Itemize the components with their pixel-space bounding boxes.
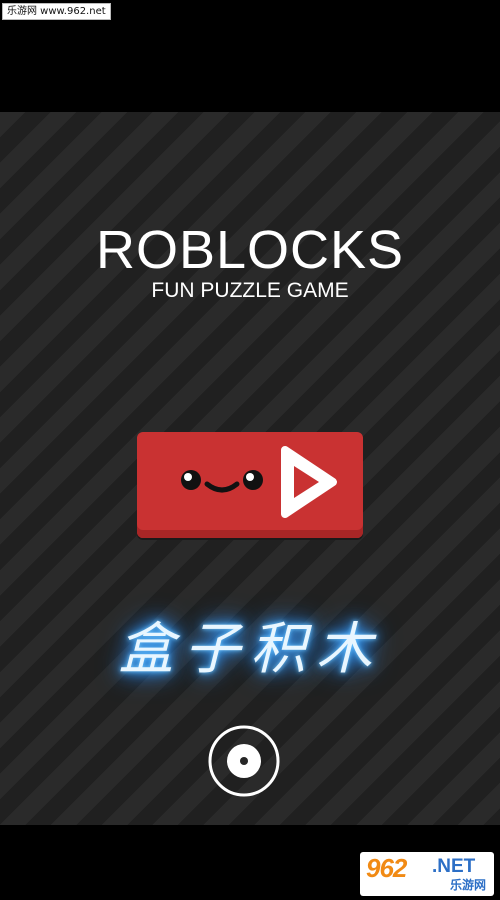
watermark-cn: 乐游网	[449, 878, 486, 892]
smiley-face-icon	[181, 470, 263, 493]
game-subtitle: FUN PUZZLE GAME	[151, 279, 349, 302]
chinese-title: 盒子积木	[118, 617, 382, 682]
screen: 乐游网 www.962.net ROBLOCKS FUN PUZZLE GAME…	[0, 0, 500, 900]
game-area: ROBLOCKS FUN PUZZLE GAME 盒子积木	[0, 112, 500, 825]
play-icon	[281, 446, 337, 518]
sound-toggle-icon[interactable]	[208, 725, 280, 797]
watermark-top: 乐游网 www.962.net	[2, 3, 111, 20]
watermark-bottom: 962 .NET 乐游网	[360, 852, 494, 896]
play-button[interactable]	[137, 432, 363, 538]
watermark-brand: 962	[366, 853, 407, 883]
game-title: ROBLOCKS	[95, 220, 405, 280]
watermark-net: .NET	[432, 856, 476, 877]
